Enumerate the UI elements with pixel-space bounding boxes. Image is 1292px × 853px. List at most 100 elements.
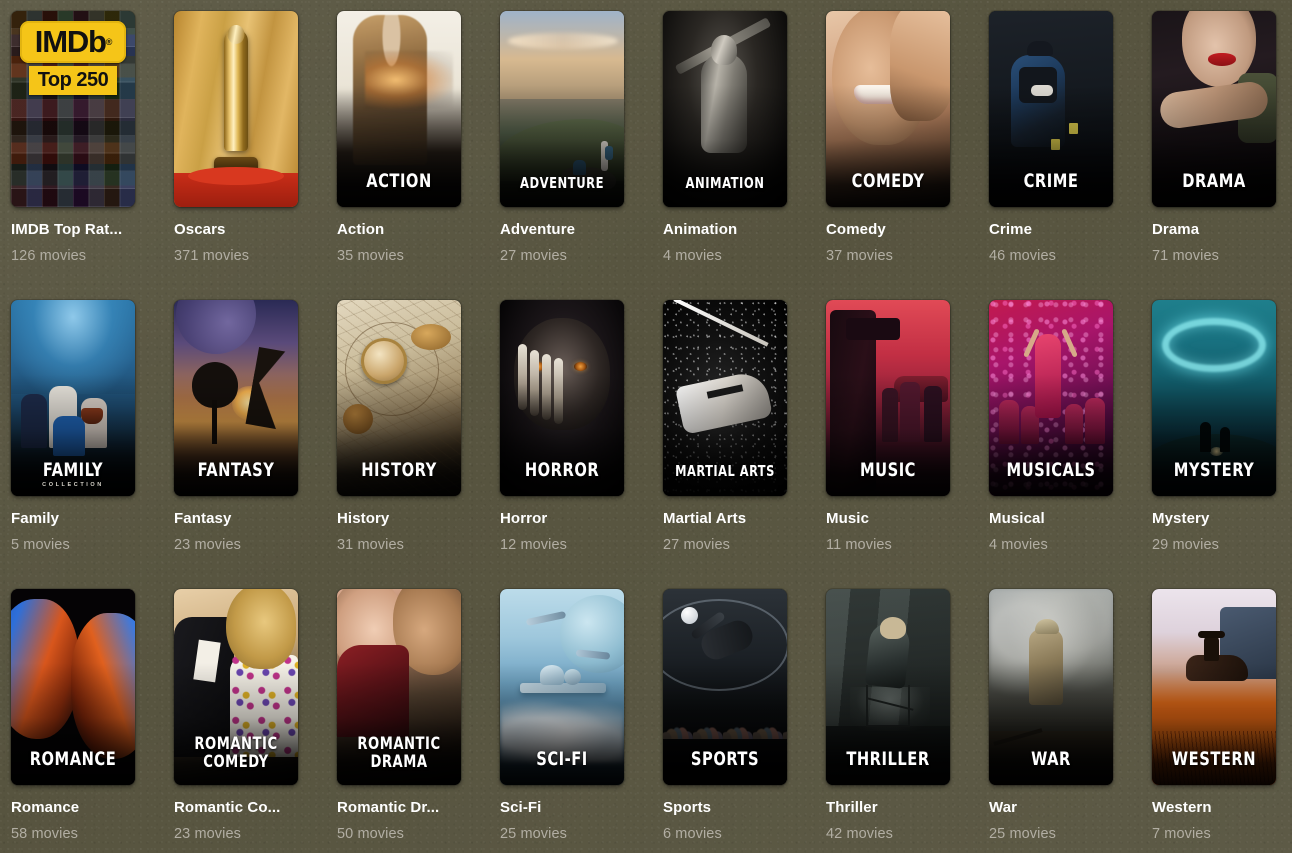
poster-wordmark: ROMANCE bbox=[29, 747, 117, 770]
collection-card[interactable]: WESTERN Western 7 movies bbox=[1152, 589, 1276, 853]
collection-movie-count: 371 movies bbox=[174, 247, 250, 264]
police-cap bbox=[1027, 41, 1053, 56]
collection-title: Crime bbox=[989, 221, 1033, 238]
collection-poster[interactable]: ANIMATION bbox=[663, 11, 787, 207]
collection-card[interactable]: ROMANTIC DRAMA Romantic Dr... 50 movies bbox=[337, 589, 461, 853]
collection-card[interactable]: SCI-FI Sci-Fi 25 movies bbox=[500, 589, 624, 853]
collection-movie-count: 31 movies bbox=[337, 536, 404, 553]
poster-wordmark: ROMANTIC COMEDY bbox=[194, 734, 278, 772]
collection-card[interactable]: FANTASY Fantasy 23 movies bbox=[174, 300, 298, 589]
collection-poster[interactable]: COMEDY bbox=[826, 11, 950, 207]
collection-poster[interactable]: HISTORY bbox=[337, 300, 461, 496]
collection-poster[interactable]: IMDb ® Top 250 bbox=[11, 11, 135, 207]
collection-poster[interactable]: HORROR bbox=[500, 300, 624, 496]
collection-poster[interactable]: MUSIC bbox=[826, 300, 950, 496]
collection-card[interactable]: COMEDY Comedy 37 movies bbox=[826, 11, 950, 300]
collection-poster[interactable]: ROMANTIC DRAMA bbox=[337, 589, 461, 785]
collection-title: Drama bbox=[1152, 221, 1200, 238]
collection-movie-count: 50 movies bbox=[337, 825, 404, 842]
collection-movie-count: 29 movies bbox=[1152, 536, 1219, 553]
collection-title: War bbox=[989, 799, 1018, 816]
poster-wordmark: ANIMATION bbox=[685, 173, 765, 192]
collection-poster[interactable]: MUSICALS bbox=[989, 300, 1113, 496]
collection-poster[interactable]: WAR bbox=[989, 589, 1113, 785]
collection-card[interactable]: ROMANTIC COMEDY Romantic Co... 23 movies bbox=[174, 589, 298, 853]
collection-card[interactable]: ROMANCE Romance 58 movies bbox=[11, 589, 135, 853]
poster-wordmark: ACTION bbox=[366, 169, 432, 192]
collection-movie-count: 11 movies bbox=[826, 536, 892, 553]
poster-subwordmark: COLLECTION bbox=[42, 482, 104, 488]
collection-card[interactable]: MUSIC Music 11 movies bbox=[826, 300, 950, 589]
collection-movie-count: 42 movies bbox=[826, 825, 893, 842]
collection-card[interactable]: MUSICALS Musical 4 movies bbox=[989, 300, 1113, 589]
collection-card[interactable]: MARTIAL ARTS Martial Arts 27 movies bbox=[663, 300, 787, 589]
poster-wordmark: WAR bbox=[1031, 747, 1071, 770]
collection-card[interactable]: FAMILY COLLECTION Family 5 movies bbox=[11, 300, 135, 589]
collection-title: Sci-Fi bbox=[500, 799, 542, 816]
collection-meta: Romantic Co... 23 movies bbox=[174, 785, 298, 842]
collection-poster[interactable]: THRILLER bbox=[826, 589, 950, 785]
collection-movie-count: 27 movies bbox=[500, 247, 567, 264]
planet bbox=[560, 595, 624, 673]
collection-card[interactable]: ADVENTURE Adventure 27 movies bbox=[500, 11, 624, 300]
poster-wordmark: SCI-FI bbox=[536, 747, 588, 770]
cloud-band bbox=[508, 33, 618, 49]
collection-poster[interactable]: ROMANCE bbox=[11, 589, 135, 785]
collection-title: History bbox=[337, 510, 390, 527]
collection-card[interactable]: DRAMA Drama 71 movies bbox=[1152, 11, 1276, 300]
oscar-statuette-body bbox=[224, 29, 248, 151]
poster-wordmark: MUSIC bbox=[859, 458, 916, 481]
collection-card[interactable]: IMDb ® Top 250 IMDB Top Rat... 126 movies bbox=[11, 11, 135, 300]
collection-poster[interactable]: SPORTS bbox=[663, 589, 787, 785]
poster-wordmark: MARTIAL ARTS bbox=[675, 462, 775, 481]
helmet bbox=[1035, 619, 1059, 634]
collection-poster[interactable]: CRIME bbox=[989, 11, 1113, 207]
collection-movie-count: 12 movies bbox=[500, 536, 567, 553]
collection-poster[interactable]: ACTION bbox=[337, 11, 461, 207]
collection-meta: History 31 movies bbox=[337, 496, 461, 553]
collection-title: Action bbox=[337, 221, 385, 238]
collection-movie-count: 23 movies bbox=[174, 536, 241, 553]
collection-title: Romantic Co... bbox=[174, 799, 281, 816]
collections-grid: IMDb ® Top 250 IMDB Top Rat... 126 movies O… bbox=[0, 0, 1292, 853]
collection-card[interactable]: ACTION Action 35 movies bbox=[337, 11, 461, 300]
collection-meta: Comedy 37 movies bbox=[826, 207, 950, 264]
eye bbox=[574, 362, 587, 371]
poster-wordmark: DRAMA bbox=[1182, 169, 1246, 192]
poster-wordmark: HISTORY bbox=[361, 458, 437, 481]
collection-card[interactable]: Oscars 371 movies bbox=[174, 11, 298, 300]
collection-meta: Crime 46 movies bbox=[989, 207, 1113, 264]
collection-card[interactable]: WAR War 25 movies bbox=[989, 589, 1113, 853]
collection-meta: Adventure 27 movies bbox=[500, 207, 624, 264]
collection-card[interactable]: HORROR Horror 12 movies bbox=[500, 300, 624, 589]
collection-title: Family bbox=[11, 510, 60, 527]
collection-card[interactable]: ANIMATION Animation 4 movies bbox=[663, 11, 787, 300]
collection-card[interactable]: MYSTERY Mystery 29 movies bbox=[1152, 300, 1276, 589]
collection-poster[interactable]: ROMANTIC COMEDY bbox=[174, 589, 298, 785]
collection-poster[interactable]: ADVENTURE bbox=[500, 11, 624, 207]
aurora-ring bbox=[1162, 318, 1266, 372]
collection-card[interactable]: CRIME Crime 46 movies bbox=[989, 11, 1113, 300]
collection-title: Musical bbox=[989, 510, 1045, 527]
curly-hair bbox=[226, 589, 296, 669]
poster-wordmark: FAMILY bbox=[42, 458, 104, 481]
collection-title: Sports bbox=[663, 799, 712, 816]
collection-poster[interactable]: FANTASY bbox=[174, 300, 298, 496]
collection-poster[interactable]: FAMILY COLLECTION bbox=[11, 300, 135, 496]
collection-title: Horror bbox=[500, 510, 548, 527]
collection-movie-count: 4 movies bbox=[663, 247, 722, 264]
collection-title: IMDB Top Rat... bbox=[11, 221, 123, 238]
poster-wordmark: THRILLER bbox=[846, 747, 930, 770]
collection-poster[interactable]: SCI-FI bbox=[500, 589, 624, 785]
collection-poster[interactable]: MARTIAL ARTS bbox=[663, 300, 787, 496]
collection-poster[interactable] bbox=[174, 11, 298, 207]
collection-card[interactable]: HISTORY History 31 movies bbox=[337, 300, 461, 589]
collection-poster[interactable]: DRAMA bbox=[1152, 11, 1276, 207]
collection-title: Music bbox=[826, 510, 870, 527]
collection-card[interactable]: THRILLER Thriller 42 movies bbox=[826, 589, 950, 853]
collection-card[interactable]: SPORTS Sports 6 movies bbox=[663, 589, 787, 853]
poster-wordmark: ADVENTURE bbox=[519, 173, 605, 192]
collection-movie-count: 126 movies bbox=[11, 247, 87, 264]
collection-poster[interactable]: MYSTERY bbox=[1152, 300, 1276, 496]
collection-poster[interactable]: WESTERN bbox=[1152, 589, 1276, 785]
